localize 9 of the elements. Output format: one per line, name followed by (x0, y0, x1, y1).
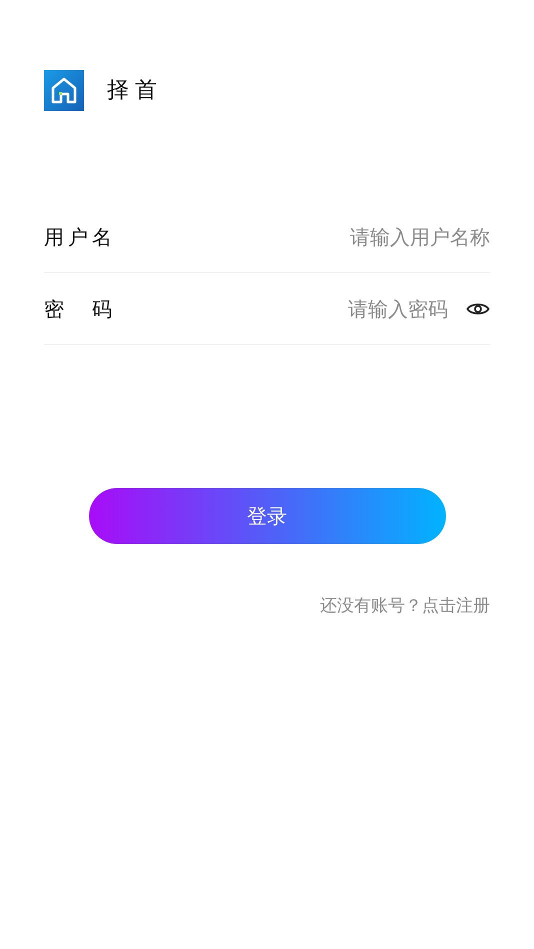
input-field[interactable]: 请输入用户名称 (116, 222, 490, 252)
field-label: 密 码 (44, 296, 116, 322)
eye-icon[interactable] (466, 300, 490, 316)
login-button[interactable]: 登录 (88, 488, 446, 544)
field-label: 用户名 (44, 224, 116, 250)
register-link[interactable]: 还没有账号？点击注册 (320, 594, 490, 620)
house-logo-icon (44, 70, 84, 111)
input-field[interactable]: 请输入密码 (116, 294, 448, 324)
app-name: 择首 (107, 77, 163, 105)
